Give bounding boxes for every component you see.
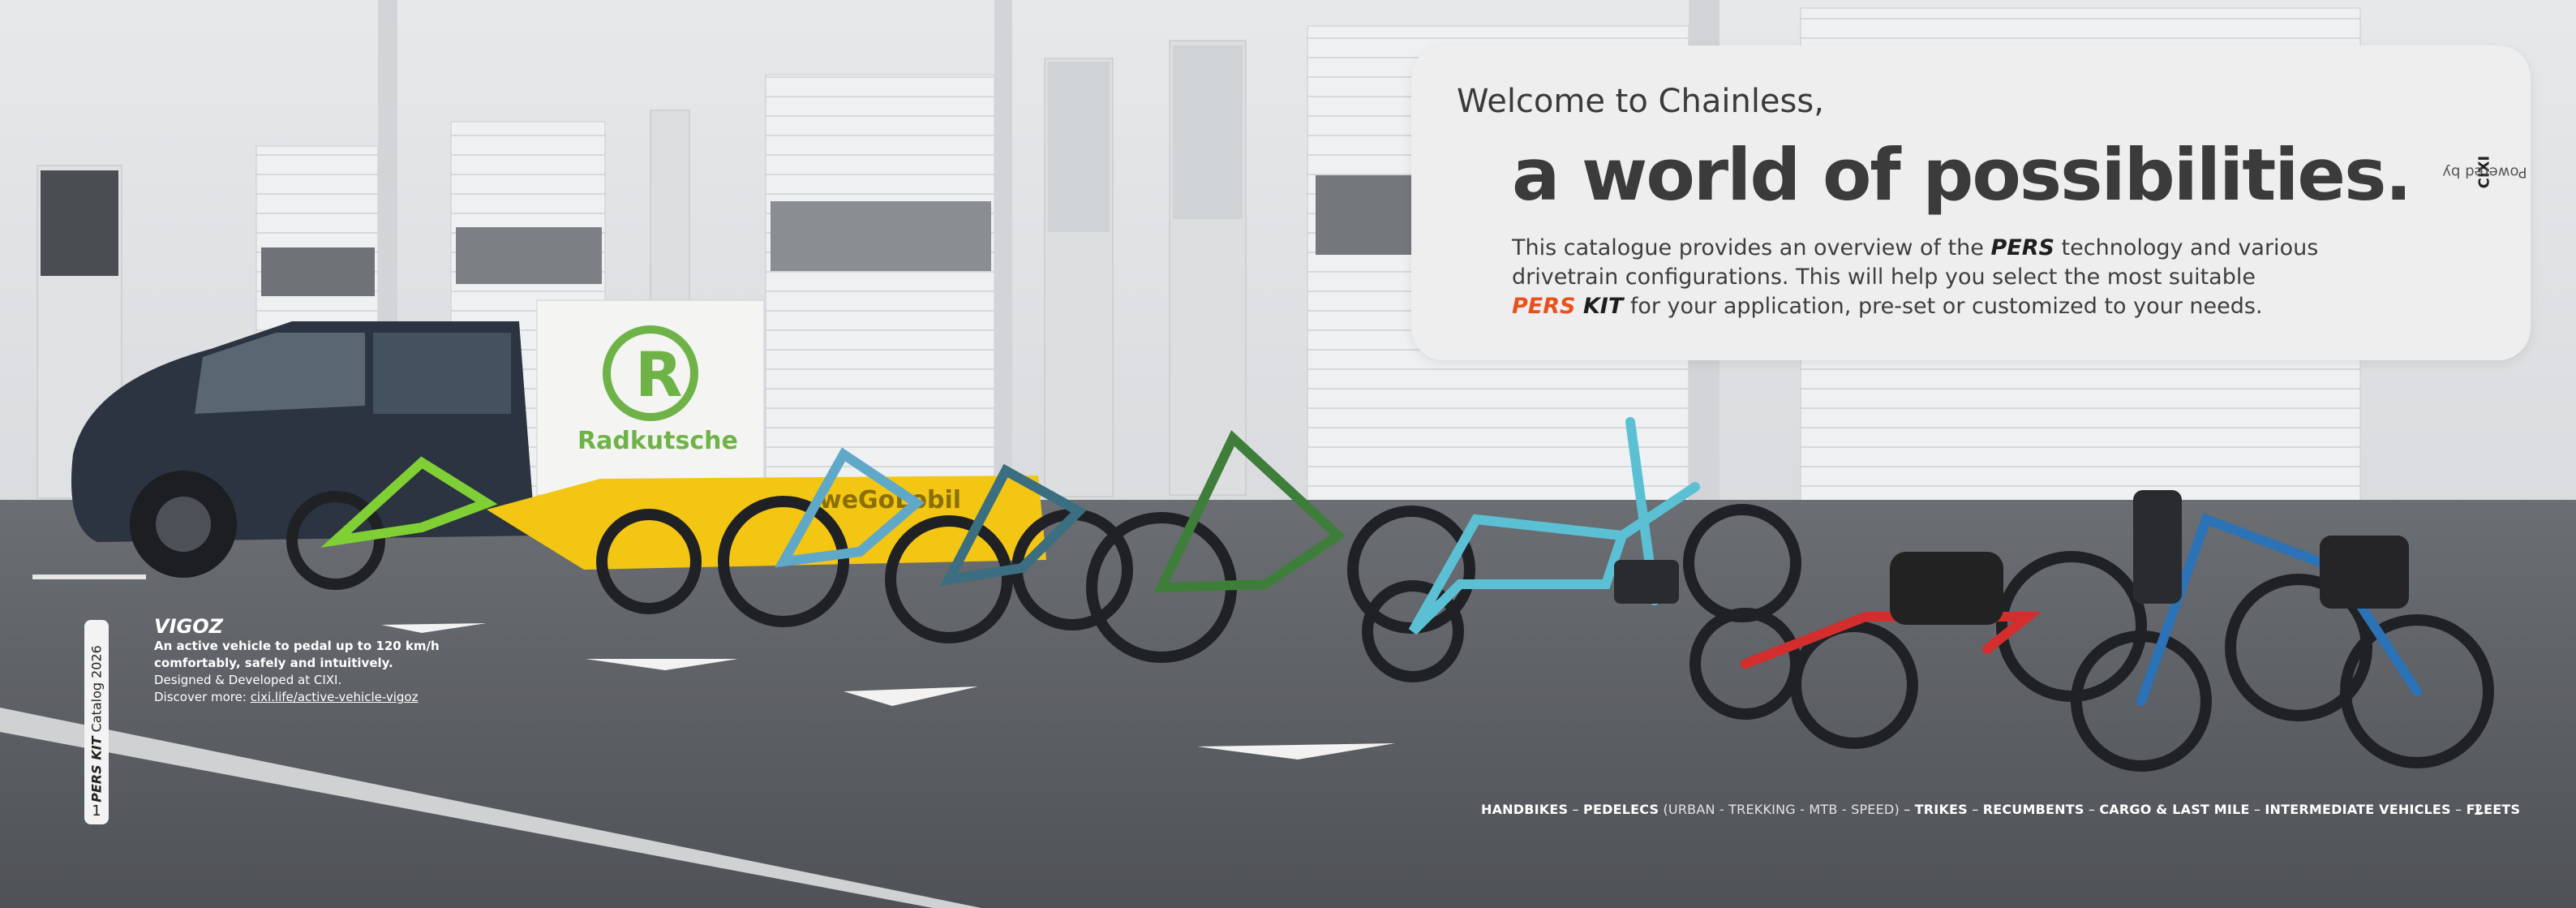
pers-kit-orange: PERS	[1512, 294, 1576, 319]
catalog-label: PERS KIT Catalog 2026	[89, 645, 105, 803]
page-title: a world of possibilities.	[1512, 133, 2412, 217]
powered-prefix: Powered by	[2441, 163, 2527, 181]
footer-intermediate[interactable]: INTERMEDIATE VEHICLES	[2265, 802, 2450, 817]
footer-recumbents[interactable]: RECUMBENTS	[1983, 802, 2084, 817]
powered-by-label: Powered by CIXI	[2442, 91, 2527, 253]
caption-line-3: Designed & Developed at CIXI.	[154, 673, 342, 687]
photo-caption: VIGOZ An active vehicle to pedal up to 1…	[154, 615, 440, 706]
intro-text-3: for your application, pre-set or customi…	[1623, 294, 2263, 319]
footer-pedelecs-sub: (URBAN - TREKKING - MTB - SPEED)	[1659, 802, 1900, 817]
footer-trikes[interactable]: TRIKES	[1915, 802, 1968, 817]
svg-text:Radkutsche: Radkutsche	[577, 427, 738, 455]
footer-pedelecs[interactable]: PEDELECS	[1583, 802, 1659, 817]
svg-text:R: R	[635, 338, 683, 411]
caption-title: VIGOZ	[154, 615, 224, 638]
caption-line-2: comfortably, safely and intuitively.	[154, 656, 393, 670]
pers-kit-dark: KIT	[1575, 294, 1624, 319]
welcome-text: Welcome to Chainless,	[1457, 83, 1824, 120]
pers-kit-label: PERS KIT	[88, 736, 105, 803]
page-number-left: 1	[92, 803, 101, 820]
intro-card: Welcome to Chainless, a world of possibi…	[1411, 45, 2531, 360]
catalog-year: Catalog 2026	[88, 645, 105, 737]
side-tab: PERS KIT Catalog 2026 1	[84, 620, 109, 824]
footer-sep: –	[1899, 802, 1915, 817]
footer-cargo[interactable]: CARGO & LAST MILE	[2099, 802, 2249, 817]
caption-discover: Discover more:	[154, 690, 251, 704]
page-number-right: 2	[2474, 802, 2484, 819]
pers-brand-text: PERS	[1990, 235, 2054, 260]
intro-paragraph: This catalogue provides an overview of t…	[1512, 234, 2323, 321]
footer-sep: –	[2450, 802, 2467, 817]
intro-text-1: This catalogue provides an overview of t…	[1512, 235, 1991, 260]
footer-sep: –	[1568, 802, 1584, 817]
caption-line-4: Discover more: cixi.life/active-vehicle-…	[154, 689, 440, 706]
footer-sep: –	[1967, 802, 1983, 817]
footer-sep: –	[2084, 802, 2100, 817]
caption-line-1: An active vehicle to pedal up to 120 km/…	[154, 639, 440, 653]
footer-sep: –	[2249, 802, 2265, 817]
footer-nav: HANDBIKES – PEDELECS (URBAN - TREKKING -…	[1481, 802, 2520, 817]
footer-handbikes[interactable]: HANDBIKES	[1481, 802, 1568, 817]
vigoz-link[interactable]: cixi.life/active-vehicle-vigoz	[251, 690, 419, 704]
